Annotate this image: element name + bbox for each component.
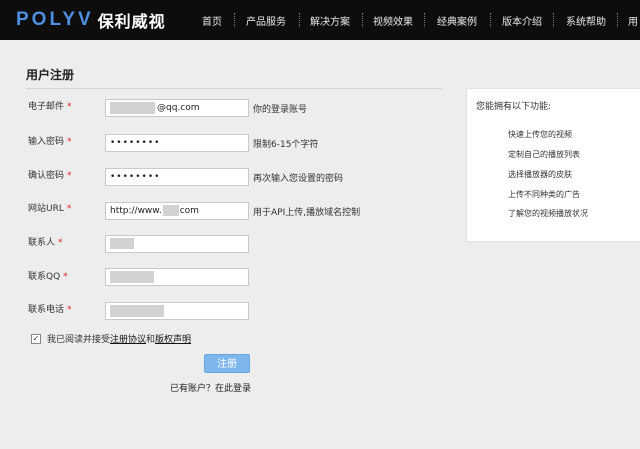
logo-chinese-text: 保利威视 bbox=[97, 12, 166, 31]
redacted-text bbox=[110, 270, 154, 283]
redacted-text bbox=[110, 101, 155, 114]
password-hint: 限制6-15个字符 bbox=[253, 140, 319, 150]
contact-phone-input[interactable] bbox=[105, 302, 249, 320]
website-url-label: 网站URL * bbox=[28, 204, 72, 214]
logo-latin-text: POLYV bbox=[16, 9, 94, 30]
confirm-password-input[interactable]: •••••••• bbox=[105, 168, 249, 186]
feature-item: 选择播放器的皮肤 bbox=[508, 170, 572, 179]
nav-help[interactable]: 系统帮助 bbox=[566, 0, 606, 40]
nav-products[interactable]: 产品服务 bbox=[246, 0, 286, 40]
nav-separator bbox=[234, 13, 236, 27]
register-button[interactable]: 注册 bbox=[204, 354, 250, 373]
agree-text: 我已阅读并接受 bbox=[47, 335, 111, 345]
website-url-input[interactable]: http://www. com bbox=[105, 202, 249, 220]
login-link[interactable]: 已有账户？在此登录 bbox=[170, 381, 251, 394]
redacted-text bbox=[162, 205, 179, 216]
redacted-text bbox=[110, 238, 134, 249]
email-label: 电子邮件 * bbox=[28, 102, 72, 112]
email-hint: 你的登录账号 bbox=[253, 105, 308, 115]
feature-item: 了解您的视频播放状况 bbox=[508, 209, 588, 218]
top-navigation-bar: POLYV 保利威视 首页 产品服务 解决方案 视频效果 经典案例 版本介绍 系… bbox=[0, 0, 640, 40]
feature-item: 定制自己的播放列表 bbox=[508, 150, 580, 159]
website-url-hint: 用于API上传,播放域名控制 bbox=[253, 208, 361, 218]
nav-video-effects[interactable]: 视频效果 bbox=[373, 0, 413, 40]
nav-separator bbox=[299, 13, 301, 27]
terms-link[interactable]: 注册协议 bbox=[110, 332, 146, 345]
password-label: 输入密码 * bbox=[28, 137, 72, 147]
password-input[interactable]: •••••••• bbox=[105, 134, 249, 152]
contact-person-input[interactable] bbox=[105, 235, 249, 253]
nav-separator bbox=[362, 13, 364, 27]
agree-and: 和 bbox=[146, 335, 156, 345]
confirm-password-hint: 再次输入您设置的密码 bbox=[253, 174, 344, 184]
nav-separator bbox=[490, 13, 492, 27]
contact-phone-label: 联系电话 * bbox=[28, 305, 72, 315]
contact-qq-input[interactable] bbox=[105, 268, 249, 286]
agreement-row: ✓ 我已阅读并接受 注册协议 和 版权声明 bbox=[31, 332, 191, 345]
nav-cases[interactable]: 经典案例 bbox=[437, 0, 477, 40]
feature-item: 快速上传您的视频 bbox=[508, 130, 572, 139]
contact-qq-label: 联系QQ * bbox=[28, 272, 68, 282]
nav-versions[interactable]: 版本介绍 bbox=[502, 0, 542, 40]
redacted-text bbox=[110, 304, 164, 317]
nav-solutions[interactable]: 解决方案 bbox=[310, 0, 350, 40]
copyright-link[interactable]: 版权声明 bbox=[155, 332, 191, 345]
nav-separator bbox=[617, 13, 619, 27]
features-title: 您能拥有以下功能: bbox=[476, 102, 552, 112]
feature-item: 上传不同种类的广告 bbox=[508, 190, 580, 199]
contact-person-label: 联系人 * bbox=[28, 238, 63, 248]
confirm-password-label: 确认密码 * bbox=[28, 171, 72, 181]
agree-checkbox[interactable]: ✓ bbox=[31, 333, 41, 344]
features-panel: 您能拥有以下功能: 快速上传您的视频 定制自己的播放列表 选择播放器的皮肤 上传… bbox=[466, 88, 640, 242]
page-title: 用户注册 bbox=[26, 68, 75, 82]
nav-separator bbox=[424, 13, 426, 27]
polyv-logo[interactable]: POLYV 保利威视 bbox=[16, 8, 166, 32]
title-divider bbox=[26, 88, 442, 89]
nav-user[interactable]: 用 bbox=[628, 0, 638, 40]
nav-separator bbox=[553, 13, 555, 27]
nav-home[interactable]: 首页 bbox=[202, 0, 222, 40]
email-input[interactable]: @qq.com bbox=[105, 99, 249, 117]
